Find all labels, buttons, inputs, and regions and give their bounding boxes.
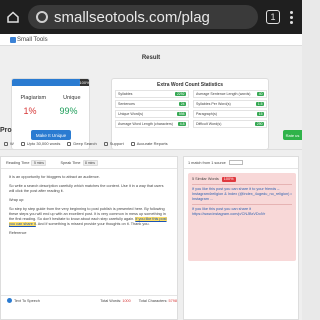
- address-bar[interactable]: smallseotools.com/plag: [28, 5, 258, 29]
- pro-feature-item: Accurate Reports: [130, 141, 168, 146]
- pro-feature-item: Deep Search: [67, 141, 97, 146]
- match-card[interactable]: 5 Similar Words 100% If you like this po…: [188, 173, 296, 261]
- highlighted-match[interactable]: If you like this post you can share it: [9, 217, 167, 226]
- stat-label: Average Sentence Length (words): [196, 92, 251, 96]
- result-title: Result: [141, 55, 161, 61]
- similar-words-label: 5 Similar Words: [192, 177, 219, 181]
- feature-icon: [67, 141, 72, 146]
- stat-value: 290: [255, 122, 264, 126]
- stat-value: 40: [257, 92, 264, 96]
- feature-icon: [130, 141, 135, 146]
- unique-label: Unique: [63, 95, 81, 101]
- pro-features-bar: W Upto 30,000 words Deep Search Support Accu…: [0, 138, 302, 150]
- pro-feature-item: W: [4, 141, 14, 146]
- page-content: Small Tools Result 100% Plagiarism Uniqu…: [0, 34, 302, 320]
- editor-paragraph: It is an opportunity for bloggers to att…: [9, 175, 100, 179]
- unique-value: 99%: [59, 106, 78, 116]
- stat-value: 1.5: [256, 102, 264, 106]
- stat-label: Difficult Word(s): [196, 122, 222, 126]
- feature-icon: [4, 141, 8, 146]
- stat-item: Sentences 24: [115, 100, 189, 108]
- stat-value: 15: [257, 112, 264, 116]
- speak-time-value: 8 mins: [82, 159, 98, 166]
- editor-paragraph: So step by step guide from the very begi…: [9, 207, 167, 226]
- stat-item: Difficult Word(s) 290: [193, 120, 267, 128]
- stat-value: 2292: [175, 92, 186, 96]
- home-icon[interactable]: [6, 10, 20, 24]
- total-characters: Total Characters: 5798: [138, 298, 177, 303]
- tab-switcher-button[interactable]: 1: [266, 10, 280, 24]
- editor-paragraph: Wrap up:: [9, 198, 25, 202]
- stat-item: Syllables 2292: [115, 90, 189, 98]
- similar-badge: 100%: [221, 177, 236, 182]
- menu-icon[interactable]: [290, 10, 294, 24]
- text-to-speech-button[interactable]: Text To Speech: [7, 298, 40, 303]
- reading-time-label: Reading Time: [6, 160, 30, 165]
- stat-value: 4.8: [178, 122, 186, 126]
- editor-header: Reading Time 5 mins Speak Time 8 mins: [1, 157, 177, 169]
- progress-bar: 100%: [12, 79, 89, 86]
- editor-body[interactable]: It is an opportunity for bloggers to att…: [1, 169, 177, 246]
- browser-chrome: smallseotools.com/plag 1: [0, 0, 302, 34]
- lock-icon: [36, 11, 48, 23]
- stat-value: 24: [179, 102, 186, 106]
- match-url[interactable]: https://www.instagram.com/p/CNJBxVDolVr: [192, 212, 292, 217]
- pro-title: Pro: [0, 127, 12, 134]
- pro-feature-item: Support: [103, 141, 124, 146]
- url-text: smallseotools.com/plag: [54, 8, 210, 26]
- progress-fill: [12, 79, 89, 86]
- speak-time-label: Speak Time: [60, 160, 81, 165]
- stat-item: Syllables Per Word(s) 1.5: [193, 100, 267, 108]
- stat-item: Average Word Length (characters) 4.8: [115, 120, 189, 128]
- feature-icon: [20, 141, 25, 146]
- stat-item: Paragraph(s) 15: [193, 110, 267, 118]
- stats-title: Extra Word Count Statistics: [156, 82, 224, 88]
- total-words: Total Words: 1000: [100, 298, 131, 303]
- site-logo[interactable]: Small Tools: [10, 36, 48, 43]
- source-select[interactable]: [228, 160, 243, 165]
- stats-grid: Syllables 2292 Average Sentence Length (wo…: [115, 90, 267, 128]
- stat-value: 598: [177, 112, 186, 116]
- editor-paragraph: So write a search description carefully …: [9, 184, 164, 193]
- stat-label: Syllables Per Word(s): [196, 102, 231, 106]
- stat-label: Unique Word(s): [118, 112, 144, 116]
- feature-icon: [103, 141, 108, 146]
- plagiarism-label: Plagiarism: [20, 95, 47, 101]
- site-header: Small Tools: [0, 34, 302, 46]
- text-editor[interactable]: Reading Time 5 mins Speak Time 8 mins It…: [0, 156, 178, 320]
- editor-paragraph: Reference: [9, 231, 27, 235]
- pro-feature-item: Upto 30,000 words: [20, 141, 60, 146]
- reading-time-value: 5 mins: [31, 159, 47, 166]
- stat-item: Average Sentence Length (words) 40: [193, 90, 267, 98]
- stat-label: Paragraph(s): [196, 112, 217, 116]
- progress-label: 100%: [79, 79, 89, 86]
- match-text[interactable]: If you like this post you can share it t…: [192, 187, 292, 202]
- stat-label: Average Word Length (characters): [118, 122, 173, 126]
- matches-panel: 1 match from 1 source 5 Similar Words 10…: [183, 156, 299, 320]
- stat-label: Sentences: [118, 102, 135, 106]
- logo-icon: [10, 36, 16, 43]
- stat-label: Syllables: [118, 92, 133, 96]
- editor-footer: Text To Speech Total Words: 1000 Total C…: [1, 295, 177, 305]
- speaker-icon: [7, 298, 12, 303]
- plagiarism-value: 1%: [23, 106, 37, 116]
- stat-item: Unique Word(s) 598: [115, 110, 189, 118]
- matches-header: 1 match from 1 source: [184, 157, 298, 169]
